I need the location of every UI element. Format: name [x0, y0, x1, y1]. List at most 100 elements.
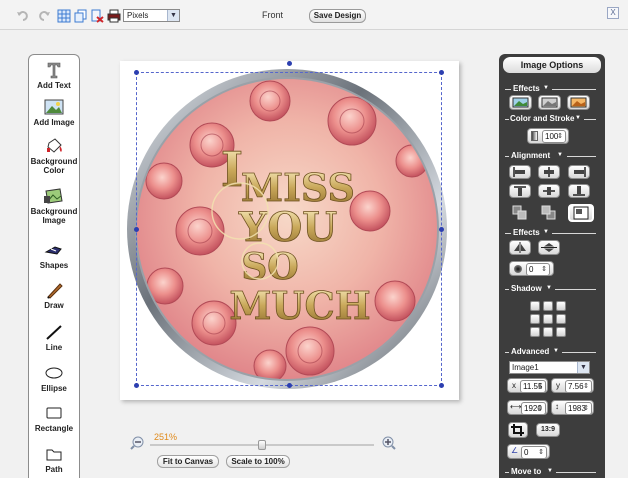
- width-control[interactable]: ⟷ 1920 ⇕: [507, 400, 548, 415]
- blur-input[interactable]: 0 ⇕: [526, 263, 550, 276]
- ellipse-tool[interactable]: Ellipse: [29, 364, 79, 393]
- shadow-top-right-button[interactable]: [556, 301, 566, 311]
- background-image-tool[interactable]: Background Image: [29, 187, 79, 225]
- effect-sepia-button[interactable]: [538, 95, 561, 110]
- resize-handle-bottom[interactable]: [287, 383, 292, 388]
- rotation-input[interactable]: 0 ⇕: [521, 446, 547, 459]
- resize-handle-bottom-right[interactable]: [439, 383, 444, 388]
- blur-control[interactable]: 0 ⇕: [509, 261, 554, 276]
- flip-vertical-button[interactable]: [538, 240, 560, 255]
- opacity-control[interactable]: 100 ⇕: [527, 128, 569, 144]
- resize-handle-right[interactable]: [439, 227, 444, 232]
- align-top-icon: [514, 186, 526, 196]
- zoom-out-icon[interactable]: [130, 436, 144, 450]
- move-to-section-title: Move to: [511, 467, 542, 476]
- resize-handle-top-left[interactable]: [134, 70, 139, 75]
- align-right-button[interactable]: [568, 165, 590, 179]
- height-control[interactable]: ↕ 1983 ⇕: [551, 400, 594, 415]
- align-right-icon: [574, 167, 586, 177]
- flip-vertical-icon: [541, 243, 557, 252]
- y-position-input[interactable]: 7.56 ⇕: [565, 380, 592, 393]
- resize-handle-left[interactable]: [134, 227, 139, 232]
- spinner-icon[interactable]: ⇕: [583, 404, 589, 413]
- flip-horizontal-button[interactable]: [509, 240, 531, 255]
- shadow-top-button[interactable]: [543, 301, 553, 311]
- delete-icon[interactable]: [90, 9, 104, 23]
- grid-icon[interactable]: [57, 9, 71, 23]
- spinner-icon[interactable]: ⇕: [537, 404, 543, 413]
- divider: [555, 289, 596, 290]
- align-middle-button[interactable]: [538, 184, 560, 198]
- width-input[interactable]: 1920 ⇕: [521, 402, 546, 415]
- spinner-icon[interactable]: ⇕: [541, 265, 547, 274]
- effect-sepia-icon: [570, 97, 587, 108]
- spinner-icon[interactable]: ⇕: [557, 132, 563, 141]
- shadow-none-button[interactable]: [543, 314, 553, 324]
- shadow-left-button[interactable]: [530, 314, 540, 324]
- aspect-ratio-button[interactable]: 13:9: [536, 423, 560, 437]
- align-top-button[interactable]: [509, 184, 531, 198]
- opacity-input[interactable]: 100 ⇕: [542, 130, 566, 143]
- rotation-control[interactable]: ∠ 0 ⇕: [507, 444, 550, 459]
- y-position-control[interactable]: y 7.56 ⇕: [551, 378, 594, 393]
- rectangle-tool[interactable]: Rectangle: [29, 404, 79, 433]
- shadow-top-left-button[interactable]: [530, 301, 540, 311]
- align-left-button[interactable]: [509, 165, 531, 179]
- shadow-right-button[interactable]: [556, 314, 566, 324]
- height-input[interactable]: 1983 ⇕: [565, 402, 592, 415]
- effect-color-button[interactable]: [567, 95, 590, 110]
- spinner-icon[interactable]: ⇕: [538, 448, 544, 457]
- send-backward-icon[interactable]: [512, 205, 528, 221]
- spinner-icon[interactable]: ⇕: [583, 382, 589, 391]
- draw-tool[interactable]: Draw: [29, 281, 79, 310]
- undo-icon[interactable]: [16, 9, 30, 23]
- spinner-icon[interactable]: ⇕: [537, 382, 543, 391]
- shadow-bottom-button[interactable]: [543, 327, 553, 337]
- fit-to-canvas-button[interactable]: Fit to Canvas: [157, 455, 219, 468]
- caret-down-icon[interactable]: ▼: [546, 285, 552, 291]
- layer-select[interactable]: Image1 ▼: [509, 361, 590, 374]
- add-image-tool[interactable]: Add Image: [29, 98, 79, 127]
- align-bottom-button[interactable]: [568, 184, 590, 198]
- caret-down-icon[interactable]: ▼: [553, 348, 559, 354]
- rotate-handle[interactable]: [287, 61, 292, 66]
- path-tool[interactable]: Path: [29, 445, 79, 474]
- caret-down-icon[interactable]: ▼: [557, 152, 563, 158]
- unit-select[interactable]: Pixels ▼: [123, 9, 180, 22]
- line-tool[interactable]: Line: [29, 323, 79, 352]
- divider: [552, 89, 596, 90]
- close-button[interactable]: X: [607, 7, 619, 19]
- x-position-input[interactable]: 11.55 ⇕: [520, 380, 546, 393]
- divider: [505, 156, 509, 157]
- effect-grayscale-icon: [541, 97, 558, 108]
- save-design-button[interactable]: Save Design: [309, 9, 366, 23]
- copy-icon[interactable]: [74, 9, 88, 23]
- fit-to-area-button[interactable]: [568, 204, 594, 222]
- crop-button[interactable]: [508, 422, 528, 438]
- effect-grayscale-button[interactable]: [509, 95, 532, 110]
- align-center-horizontal-button[interactable]: [538, 165, 560, 179]
- zoom-slider-thumb[interactable]: [258, 440, 266, 450]
- zoom-in-icon[interactable]: [382, 436, 396, 450]
- angle-icon: ∠: [511, 446, 519, 455]
- scale-to-100-button[interactable]: Scale to 100%: [226, 455, 290, 468]
- shadow-bottom-left-button[interactable]: [530, 327, 540, 337]
- add-text-tool[interactable]: Add Text: [29, 61, 79, 90]
- redo-icon[interactable]: [37, 9, 51, 23]
- print-icon[interactable]: [107, 9, 121, 23]
- x-position-control[interactable]: x 11.55 ⇕: [507, 378, 548, 393]
- resize-handle-bottom-left[interactable]: [134, 383, 139, 388]
- align-left-icon: [513, 167, 525, 177]
- caret-down-icon[interactable]: ▼: [575, 115, 581, 121]
- shapes-tool[interactable]: Shapes: [29, 241, 79, 270]
- bring-forward-icon[interactable]: [541, 205, 557, 221]
- caret-down-icon[interactable]: ▼: [547, 468, 553, 474]
- caret-down-icon[interactable]: ▼: [543, 85, 549, 91]
- top-toolbar: Pixels ▼ Front Save Design X: [0, 0, 628, 30]
- background-color-tool[interactable]: Background Color: [29, 137, 79, 175]
- divider: [505, 352, 509, 353]
- shadow-bottom-right-button[interactable]: [556, 327, 566, 337]
- resize-handle-top-right[interactable]: [439, 70, 444, 75]
- divider: [584, 119, 596, 120]
- caret-down-icon[interactable]: ▼: [543, 229, 549, 235]
